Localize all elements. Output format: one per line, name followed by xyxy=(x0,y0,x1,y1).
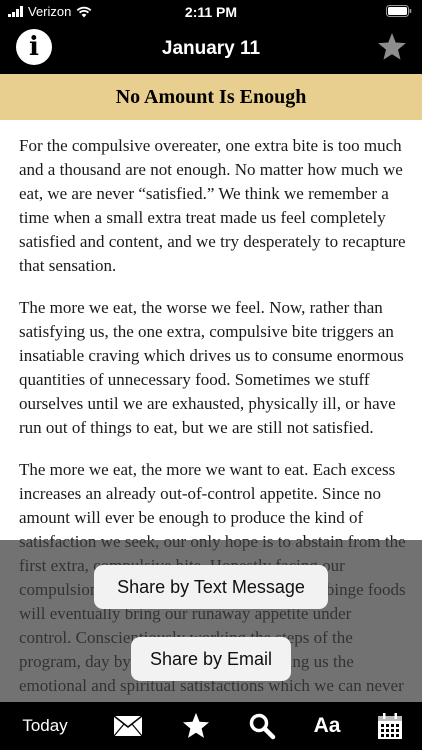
reading-paragraph: The more we eat, the worse we feel. Now,… xyxy=(19,298,404,437)
star-icon xyxy=(378,33,406,60)
reading-title: No Amount Is Enough xyxy=(115,85,307,108)
tab-font-size[interactable]: Aa xyxy=(305,702,349,750)
tab-calendar[interactable] xyxy=(370,702,410,750)
share-text-message-button[interactable]: Share by Text Message xyxy=(94,565,328,609)
share-email-button[interactable]: Share by Email xyxy=(131,637,291,681)
search-icon xyxy=(249,713,276,740)
tab-today[interactable]: Today xyxy=(10,702,80,750)
star-icon xyxy=(183,712,209,738)
tab-favorites[interactable] xyxy=(178,702,214,750)
page-title: January 11 xyxy=(161,38,261,59)
tab-mail[interactable] xyxy=(110,702,146,750)
mail-icon xyxy=(113,715,143,737)
battery-icon xyxy=(386,5,412,17)
nav-bar: i January 11 xyxy=(0,24,422,74)
reading-title-banner: No Amount Is Enough xyxy=(0,74,422,120)
info-button[interactable]: i xyxy=(16,29,52,65)
status-time: 2:11 PM xyxy=(184,4,238,20)
reading-paragraph: For the compulsive overeater, one extra … xyxy=(19,136,406,275)
tab-search[interactable] xyxy=(244,702,280,750)
favorite-star-button[interactable] xyxy=(376,31,408,63)
status-bar: Verizon 2:11 PM xyxy=(0,0,422,24)
info-icon: i xyxy=(29,32,39,62)
tab-bar: Today Aa xyxy=(0,702,422,750)
calendar-icon xyxy=(378,713,402,739)
